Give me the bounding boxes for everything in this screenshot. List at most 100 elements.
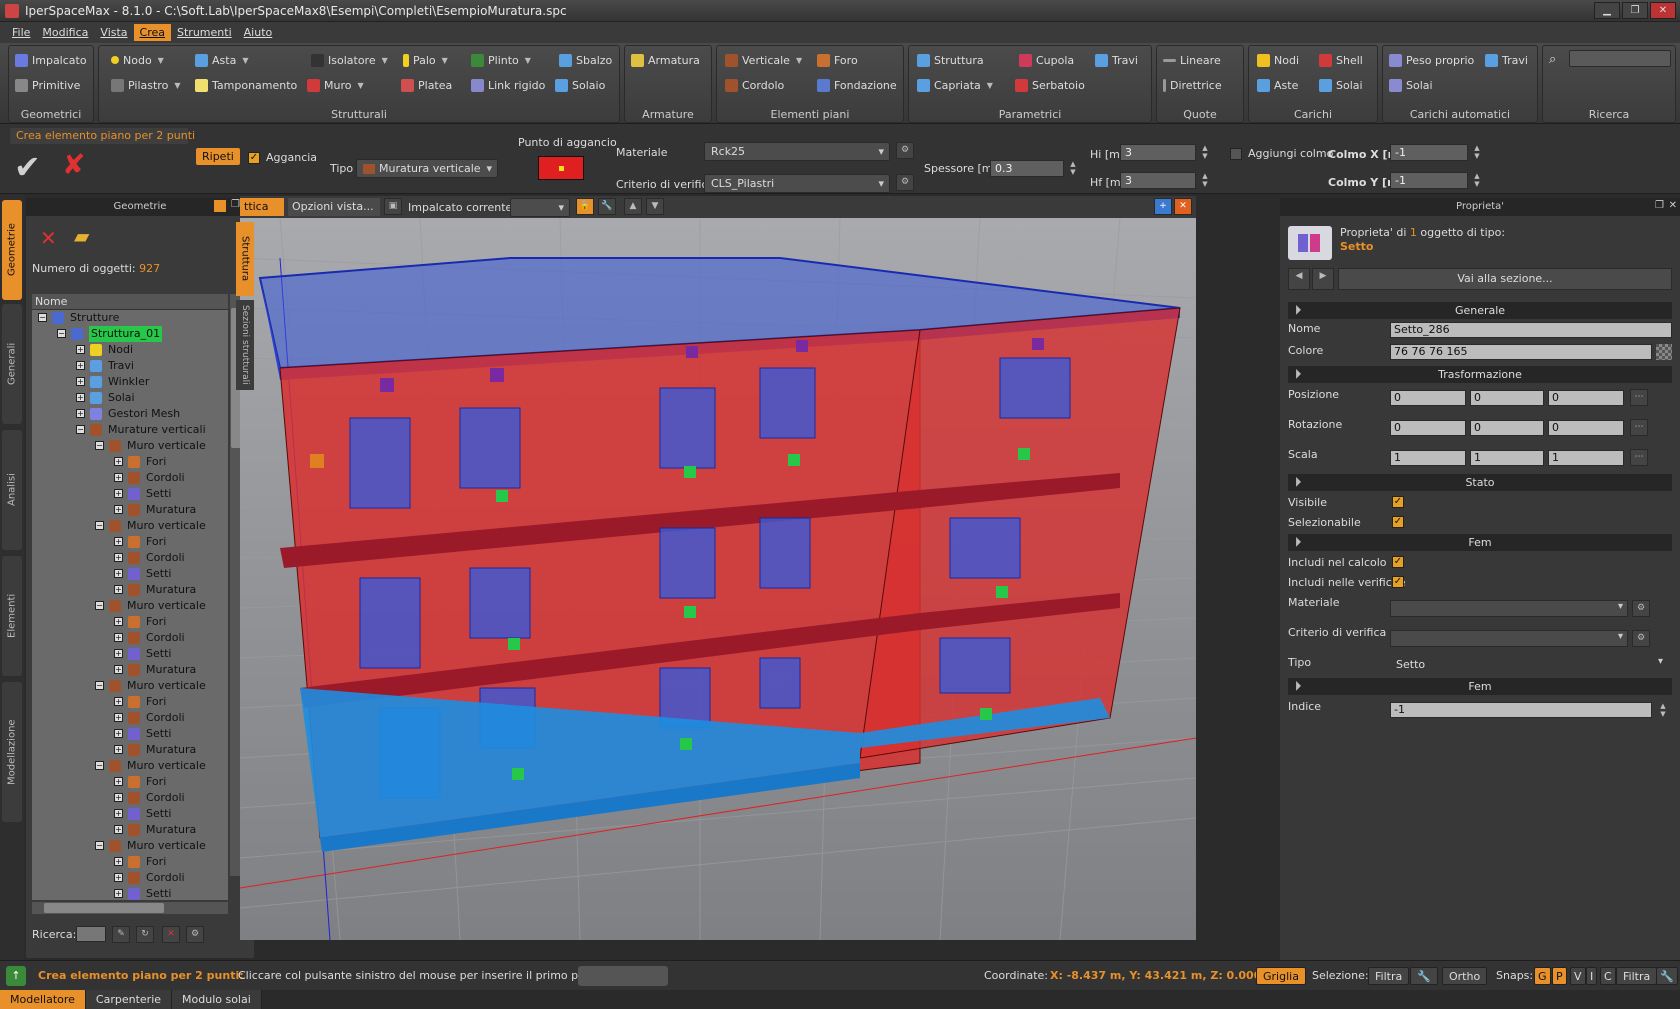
expand-icon[interactable]: + xyxy=(114,729,123,738)
snap-filtra-button[interactable]: Filtra xyxy=(1616,967,1658,985)
primitive-button[interactable]: Primitive xyxy=(15,75,80,95)
selection-wrench-icon[interactable]: 🔧 xyxy=(1410,967,1438,985)
tree-item[interactable]: + Cordoli xyxy=(32,550,228,566)
visibile-checkbox[interactable]: ✓ xyxy=(1392,496,1404,508)
aggiungi-colmo-checkbox[interactable] xyxy=(1230,148,1242,160)
next-object-icon[interactable]: ▶ xyxy=(1312,268,1334,290)
expand-icon[interactable]: + xyxy=(114,553,123,562)
open-folder-icon[interactable]: ▰ xyxy=(74,224,89,248)
posizione-edit-icon[interactable]: ⋯ xyxy=(1630,389,1648,406)
collapse-icon[interactable]: − xyxy=(95,841,104,850)
tree-item[interactable]: − Muro verticale xyxy=(32,598,228,614)
menu-vista[interactable]: Vista xyxy=(94,24,133,41)
tab-prospettiva[interactable]: ttica xyxy=(240,198,284,216)
tree-item[interactable]: + Setti xyxy=(32,646,228,662)
prop-criterio-browse-icon[interactable]: ⚙ xyxy=(1632,630,1650,647)
tree-item[interactable]: − Muro verticale xyxy=(32,438,228,454)
tree-item[interactable]: + Muratura xyxy=(32,502,228,518)
carichi-auto-travi-button[interactable]: Travi xyxy=(1485,50,1528,70)
expand-icon[interactable]: + xyxy=(114,585,123,594)
tree-item[interactable]: + Nodi xyxy=(32,342,228,358)
nome-input[interactable]: Setto_286 xyxy=(1390,322,1672,338)
nodo-button[interactable]: Nodo ▼ xyxy=(111,50,164,70)
tree-item[interactable]: + Fori xyxy=(32,774,228,790)
tree-item[interactable]: − Muro verticale xyxy=(32,758,228,774)
expand-icon[interactable]: + xyxy=(76,377,85,386)
tree-item[interactable]: + Fori xyxy=(32,854,228,870)
foro-button[interactable]: Foro xyxy=(817,50,858,70)
isolatore-button[interactable]: Isolatore ▼ xyxy=(311,50,388,70)
colmo-y-spinner[interactable]: ▲ ▼ xyxy=(1472,172,1482,189)
posizione-z-input[interactable]: 0 xyxy=(1548,390,1624,406)
tree-item[interactable]: + Travi xyxy=(32,358,228,374)
hi-spinner[interactable]: ▲ ▼ xyxy=(1200,144,1210,161)
snap-wrench-icon[interactable]: 🔧 xyxy=(1656,967,1678,985)
includi-verifiche-checkbox[interactable]: ✓ xyxy=(1392,576,1404,588)
asta-button[interactable]: Asta ▼ xyxy=(195,50,248,70)
tree-item[interactable]: − Struttura_01 xyxy=(32,326,228,342)
opzioni-vista-button[interactable]: Opzioni vista... xyxy=(288,198,380,216)
collapse-icon[interactable]: − xyxy=(57,329,66,338)
tree-item[interactable]: + Fori xyxy=(32,534,228,550)
tab-modellazione[interactable]: Modellazione xyxy=(2,682,22,822)
tree-item[interactable]: + Muratura xyxy=(32,582,228,598)
tree-item[interactable]: + Gestori Mesh xyxy=(32,406,228,422)
tab-generali[interactable]: Generali xyxy=(2,304,22,424)
collapse-icon[interactable]: − xyxy=(76,425,85,434)
sbalzo-button[interactable]: Sbalzo xyxy=(559,50,612,70)
maximize-button[interactable]: ❐ xyxy=(1622,2,1648,19)
carichi-nodi-button[interactable]: Nodi xyxy=(1257,50,1299,70)
search-clear-icon[interactable]: ✕ xyxy=(162,926,180,943)
expand-icon[interactable]: + xyxy=(114,745,123,754)
expand-icon[interactable]: + xyxy=(76,345,85,354)
muro-button[interactable]: Muro ▼ xyxy=(307,75,364,95)
expand-icon[interactable]: + xyxy=(114,569,123,578)
expand-icon[interactable]: + xyxy=(114,473,123,482)
cancel-x-icon[interactable]: ✘ xyxy=(62,148,85,181)
expand-icon[interactable]: + xyxy=(114,457,123,466)
level-up-icon[interactable]: ▲ xyxy=(624,198,642,215)
tree-item[interactable]: + Fori xyxy=(32,694,228,710)
tab-modulo-solai[interactable]: Modulo solai xyxy=(172,990,262,1009)
lock-icon[interactable]: 🔒 xyxy=(576,198,594,215)
search-filter-icon[interactable]: ✎ xyxy=(112,926,130,943)
carichi-solai-button[interactable]: Solai xyxy=(1319,75,1363,95)
expand-icon[interactable]: + xyxy=(114,873,123,882)
carichi-shell-button[interactable]: Shell xyxy=(1319,50,1363,70)
tree-item[interactable]: + Cordoli xyxy=(32,470,228,486)
view-icon[interactable]: ▣ xyxy=(384,198,402,215)
ribbon-search-input[interactable] xyxy=(1569,50,1671,67)
posizione-x-input[interactable]: 0 xyxy=(1390,390,1466,406)
tree-item[interactable]: − Muro verticale xyxy=(32,678,228,694)
prev-object-icon[interactable]: ◀ xyxy=(1288,268,1310,290)
status-input[interactable] xyxy=(578,966,668,986)
materiale-browse-button[interactable]: ⚙ xyxy=(896,142,914,159)
carichi-aste-button[interactable]: Aste xyxy=(1257,75,1298,95)
colmo-y-input[interactable]: -1 xyxy=(1390,172,1468,189)
rotazione-y-input[interactable]: 0 xyxy=(1470,420,1544,436)
expand-icon[interactable]: + xyxy=(114,665,123,674)
tree-hscroll-thumb[interactable] xyxy=(44,903,164,913)
tree-item[interactable]: − Strutture xyxy=(32,310,228,326)
tab-analisi[interactable]: Analisi xyxy=(2,430,22,550)
link-rigido-button[interactable]: Link rigido xyxy=(471,75,545,95)
colmo-x-input[interactable]: -1 xyxy=(1390,144,1468,161)
section-fem[interactable]: Fem xyxy=(1288,534,1672,551)
direttrice-button[interactable]: Direttrice xyxy=(1163,75,1222,95)
tab-geometrie[interactable]: Geometrie xyxy=(2,200,22,300)
rotazione-x-input[interactable]: 0 xyxy=(1390,420,1466,436)
delete-icon[interactable]: ✕ xyxy=(40,226,57,250)
tab-carpenterie[interactable]: Carpenterie xyxy=(85,990,173,1009)
lineare-button[interactable]: Lineare xyxy=(1163,50,1221,70)
cupola-button[interactable]: Cupola xyxy=(1019,50,1074,70)
pilastro-button[interactable]: Pilastro ▼ xyxy=(111,75,180,95)
tree-item[interactable]: + Cordoli xyxy=(32,630,228,646)
expand-icon[interactable]: + xyxy=(114,617,123,626)
collapse-icon[interactable]: − xyxy=(38,313,47,322)
tree-item[interactable]: + Muratura xyxy=(32,742,228,758)
snap-i-toggle[interactable]: I xyxy=(1586,967,1598,985)
tree-item[interactable]: + Fori xyxy=(32,614,228,630)
filtra-button[interactable]: Filtra xyxy=(1368,967,1410,985)
building-3d-model[interactable] xyxy=(240,218,1196,940)
impalcato-corrente-select[interactable] xyxy=(510,198,570,217)
